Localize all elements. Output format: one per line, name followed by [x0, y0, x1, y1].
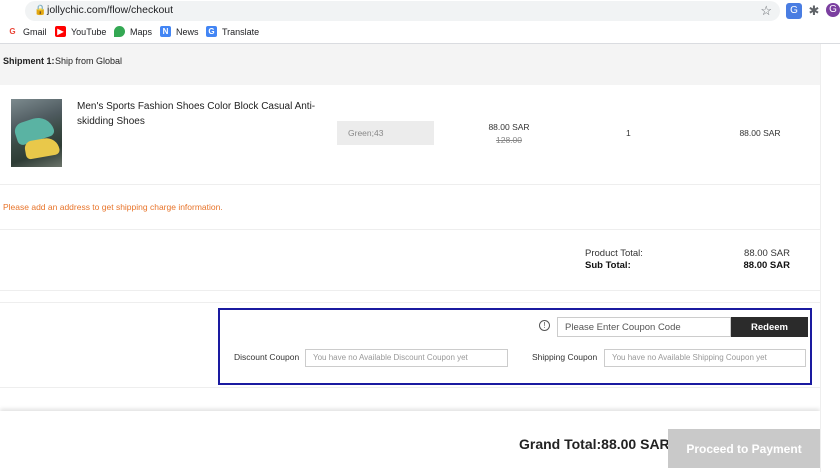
coupon-code-input[interactable] [557, 317, 731, 337]
bookmark-label: News [176, 26, 199, 37]
grand-total: Grand Total:88.00 SAR [519, 436, 670, 452]
extensions-puzzle-icon[interactable]: ✱ [806, 3, 822, 19]
profile-avatar-icon[interactable]: G [826, 3, 840, 17]
shipment-value: Ship from Global [55, 56, 123, 66]
shipping-warning: Please add an address to get shipping ch… [3, 202, 223, 212]
browser-toolbar: 🔒 jollychic.com/flow/checkout ☆ G ✱ G [0, 0, 840, 22]
bookmark-label: Translate [222, 26, 260, 37]
product-total-value: 88.00 SAR [744, 248, 790, 259]
bookmark-gmail[interactable]: G Gmail [7, 26, 47, 37]
sub-total-value: 88.00 SAR [743, 260, 790, 271]
coupon-panel: ! Redeem Discount Coupon You have no Ava… [218, 308, 812, 385]
checkout-page: Shipment 1: Ship from Global Men's Sport… [0, 44, 840, 472]
product-title[interactable]: Men's Sports Fashion Shoes Color Block C… [77, 99, 317, 129]
lock-icon[interactable]: 🔒 [34, 5, 46, 16]
translate-icon: G [206, 26, 217, 37]
bookmark-maps[interactable]: Maps [114, 26, 152, 37]
bookmark-news[interactable]: N News [160, 26, 199, 37]
bookmark-label: YouTube [71, 26, 107, 37]
maps-icon [114, 26, 125, 37]
page-scrollbar[interactable] [820, 44, 840, 472]
bookmark-label: Gmail [23, 26, 47, 37]
product-variant: Green;43 [337, 121, 434, 145]
shipping-warning-row: Please add an address to get shipping ch… [0, 186, 820, 230]
discount-coupon-label: Discount Coupon [234, 352, 300, 362]
checkout-footer: Grand Total:88.00 SAR Proceed to Payment [0, 411, 820, 472]
bookmark-translate[interactable]: G Translate [206, 26, 259, 37]
youtube-icon: ▶ [55, 26, 66, 37]
product-thumbnail[interactable] [11, 99, 62, 167]
shipment-header: Shipment 1: Ship from Global [0, 44, 820, 85]
product-line-total: 88.00 SAR [739, 128, 781, 138]
cart-item-row: Men's Sports Fashion Shoes Color Block C… [0, 85, 820, 185]
shipment-label: Shipment 1: [3, 56, 55, 66]
sub-total-label: Sub Total: [585, 260, 631, 271]
discount-coupon-select[interactable]: You have no Available Discount Coupon ye… [305, 349, 508, 367]
shipping-coupon-select[interactable]: You have no Available Shipping Coupon ye… [604, 349, 806, 367]
product-price: 88.00 SAR [488, 122, 530, 132]
translate-extension-icon[interactable]: G [786, 3, 802, 19]
bookmark-label: Maps [130, 26, 153, 37]
product-old-price: 128.00 [496, 135, 522, 145]
product-quantity: 1 [626, 128, 631, 138]
proceed-to-payment-button[interactable]: Proceed to Payment [668, 429, 820, 468]
shipping-coupon-label: Shipping Coupon [532, 352, 598, 362]
totals-section: Product Total: 88.00 SAR Sub Total: 88.0… [0, 231, 820, 291]
info-icon[interactable]: ! [539, 320, 550, 331]
gmail-icon: G [7, 26, 18, 37]
news-icon: N [160, 26, 171, 37]
url-text[interactable]: jollychic.com/flow/checkout [47, 4, 173, 16]
address-bar[interactable]: 🔒 jollychic.com/flow/checkout ☆ [25, 1, 780, 21]
redeem-button[interactable]: Redeem [731, 317, 808, 337]
bookmark-star-icon[interactable]: ☆ [760, 3, 772, 19]
bookmarks-bar: G Gmail ▶ YouTube Maps N News G Translat… [0, 22, 840, 44]
bookmark-youtube[interactable]: ▶ YouTube [55, 26, 106, 37]
product-total-label: Product Total: [585, 248, 643, 259]
